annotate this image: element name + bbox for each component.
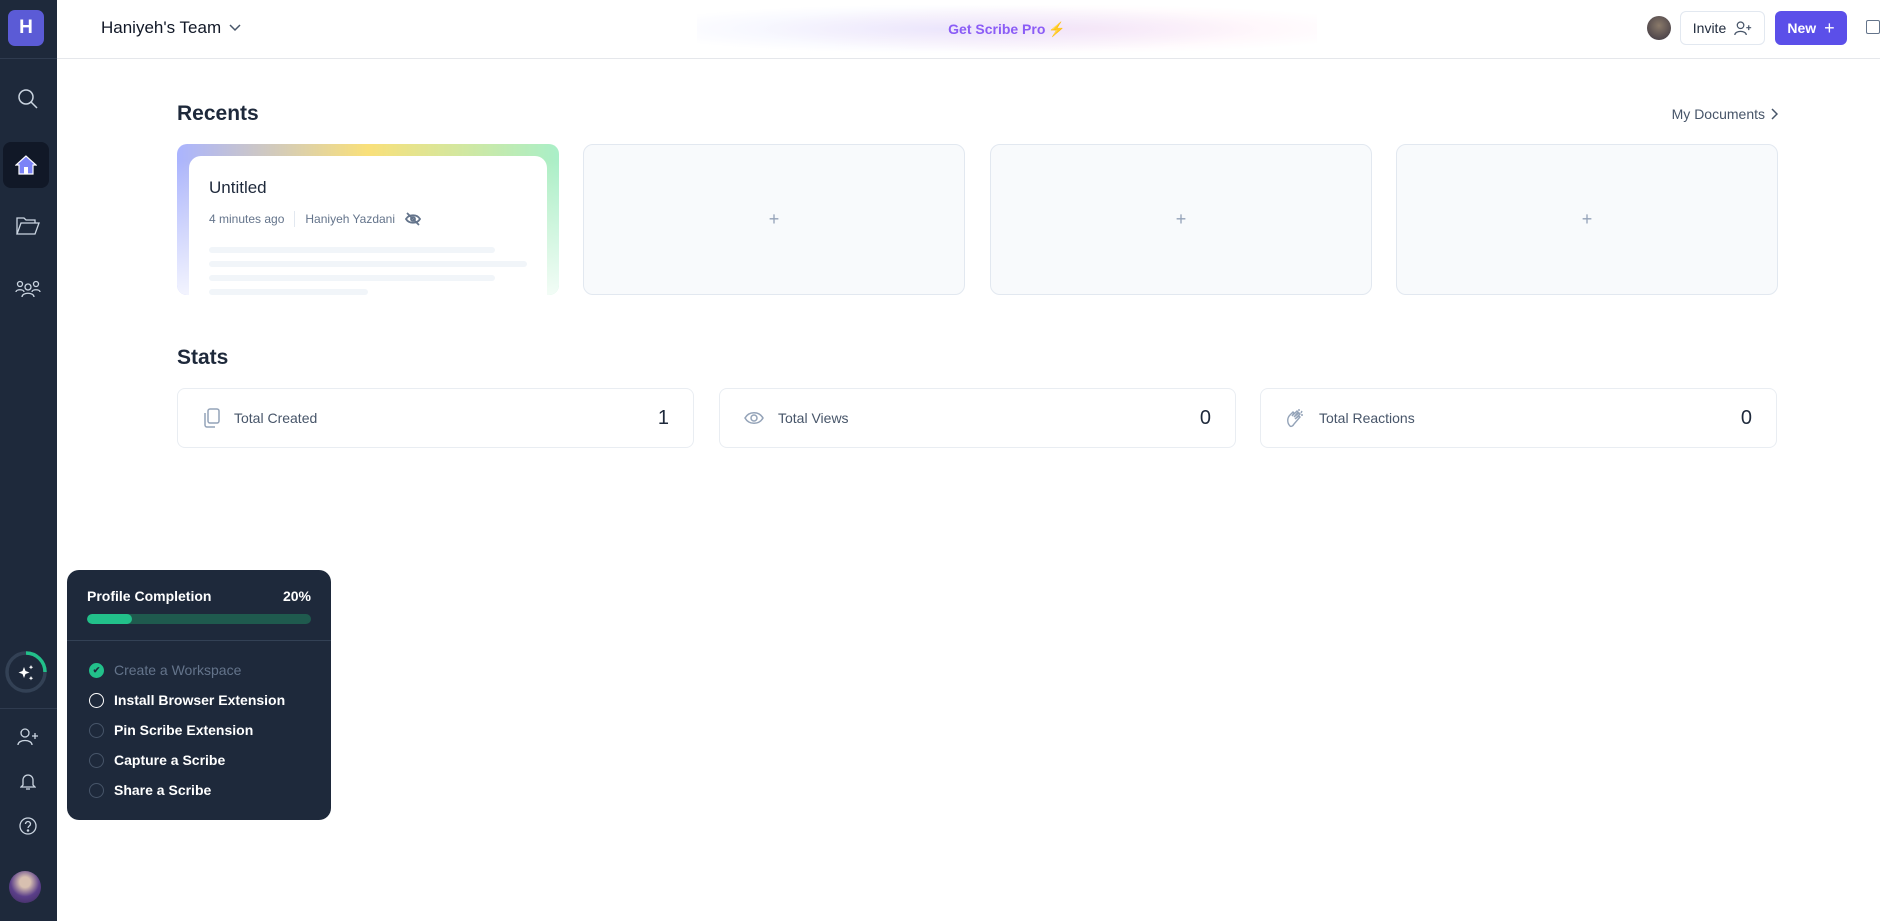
profile-progress-bar — [87, 614, 311, 624]
recents-heading: Recents — [177, 102, 259, 125]
home-icon[interactable] — [3, 142, 49, 188]
my-documents-link[interactable]: My Documents — [1668, 106, 1778, 122]
task-install-extension[interactable]: Install Browser Extension — [67, 685, 331, 715]
profile-completion-percent: 20% — [282, 588, 311, 604]
chevron-right-icon — [1771, 108, 1778, 120]
workspace-logo[interactable]: H — [8, 10, 44, 46]
check-icon: ✔ — [89, 662, 104, 678]
document-time: 4 minutes ago — [209, 212, 285, 226]
copy-icon — [204, 408, 220, 428]
plus-icon: + — [1824, 17, 1835, 38]
task-pin-extension[interactable]: Pin Scribe Extension — [67, 715, 331, 745]
chevron-down-icon — [229, 24, 241, 32]
bell-icon[interactable] — [8, 761, 48, 801]
profile-completion-popover: Profile Completion 20% ✔ Create a Workspac… — [67, 570, 331, 820]
lightning-icon: ⚡ — [1048, 20, 1066, 37]
circle-icon — [89, 782, 104, 798]
plus-icon: + — [1581, 209, 1593, 229]
member-avatar[interactable] — [1647, 16, 1671, 40]
stat-total-views: Total Views 0 — [719, 388, 1236, 448]
profile-completion-title: Profile Completion — [87, 588, 212, 604]
top-bar: Haniyeh's Team Get Scribe Pro ⚡ Invite Ne… — [57, 0, 1880, 59]
team-switcher[interactable]: Haniyeh's Team — [101, 18, 241, 38]
sidebar: H — [0, 0, 57, 921]
team-icon[interactable] — [8, 269, 48, 309]
user-avatar[interactable] — [9, 871, 41, 903]
help-icon[interactable] — [8, 806, 48, 846]
preview-line — [209, 247, 496, 253]
divider — [0, 708, 57, 709]
task-create-workspace[interactable]: ✔ Create a Workspace — [67, 655, 331, 685]
preview-line — [209, 275, 496, 281]
preview-line — [209, 289, 368, 295]
folder-icon[interactable] — [8, 206, 48, 246]
task-label: Share a Scribe — [114, 782, 212, 798]
divider — [0, 58, 57, 59]
document-title: Untitled — [209, 178, 267, 197]
empty-recent-card[interactable]: + — [583, 144, 965, 295]
task-capture-scribe[interactable]: Capture a Scribe — [67, 745, 331, 775]
search-icon[interactable] — [8, 79, 48, 119]
new-button[interactable]: New + — [1775, 11, 1847, 45]
circle-icon — [89, 692, 104, 708]
plus-icon: + — [768, 209, 780, 229]
circle-icon — [89, 722, 104, 738]
add-user-icon — [1734, 20, 1752, 35]
task-label: Install Browser Extension — [114, 692, 286, 708]
clap-icon — [1287, 409, 1303, 428]
get-pro-link[interactable]: Get Scribe Pro ⚡ — [697, 0, 1317, 58]
progress-fill — [87, 614, 132, 624]
eye-off-icon — [405, 212, 422, 226]
stat-value: 0 — [1740, 406, 1752, 429]
new-label: New — [1787, 20, 1817, 36]
task-label: Pin Scribe Extension — [114, 722, 254, 738]
progress-ring-icon[interactable] — [4, 650, 48, 699]
stat-label: Total Reactions — [1319, 410, 1415, 426]
empty-recent-card[interactable]: + — [990, 144, 1372, 295]
invite-button[interactable]: Invite — [1680, 11, 1765, 45]
stat-value: 1 — [657, 406, 669, 429]
stat-total-reactions: Total Reactions 0 — [1260, 388, 1777, 448]
stat-value: 0 — [1199, 406, 1211, 429]
recent-document-card[interactable]: Untitled 4 minutes ago Haniyeh Yazdani — [177, 144, 559, 295]
side-panel-icon[interactable] — [1866, 20, 1880, 34]
invite-label: Invite — [1692, 20, 1727, 36]
stat-label: Total Created — [234, 410, 318, 426]
my-documents-label: My Documents — [1671, 106, 1765, 122]
preview-line — [209, 261, 527, 267]
stat-label: Total Views — [778, 410, 849, 426]
stats-heading: Stats — [177, 346, 229, 369]
stat-total-created: Total Created 1 — [177, 388, 694, 448]
empty-recent-card[interactable]: + — [1396, 144, 1778, 295]
divider — [294, 211, 296, 227]
task-label: Capture a Scribe — [114, 752, 226, 768]
task-share-scribe[interactable]: Share a Scribe — [67, 775, 331, 805]
circle-icon — [89, 752, 104, 768]
promo-label: Get Scribe Pro — [948, 21, 1046, 37]
divider — [67, 640, 331, 641]
task-label: Create a Workspace — [114, 662, 242, 678]
team-name: Haniyeh's Team — [101, 18, 222, 37]
eye-icon — [744, 412, 764, 424]
add-user-icon[interactable] — [8, 717, 48, 757]
document-author: Haniyeh Yazdani — [305, 212, 396, 226]
plus-icon: + — [1175, 209, 1187, 229]
